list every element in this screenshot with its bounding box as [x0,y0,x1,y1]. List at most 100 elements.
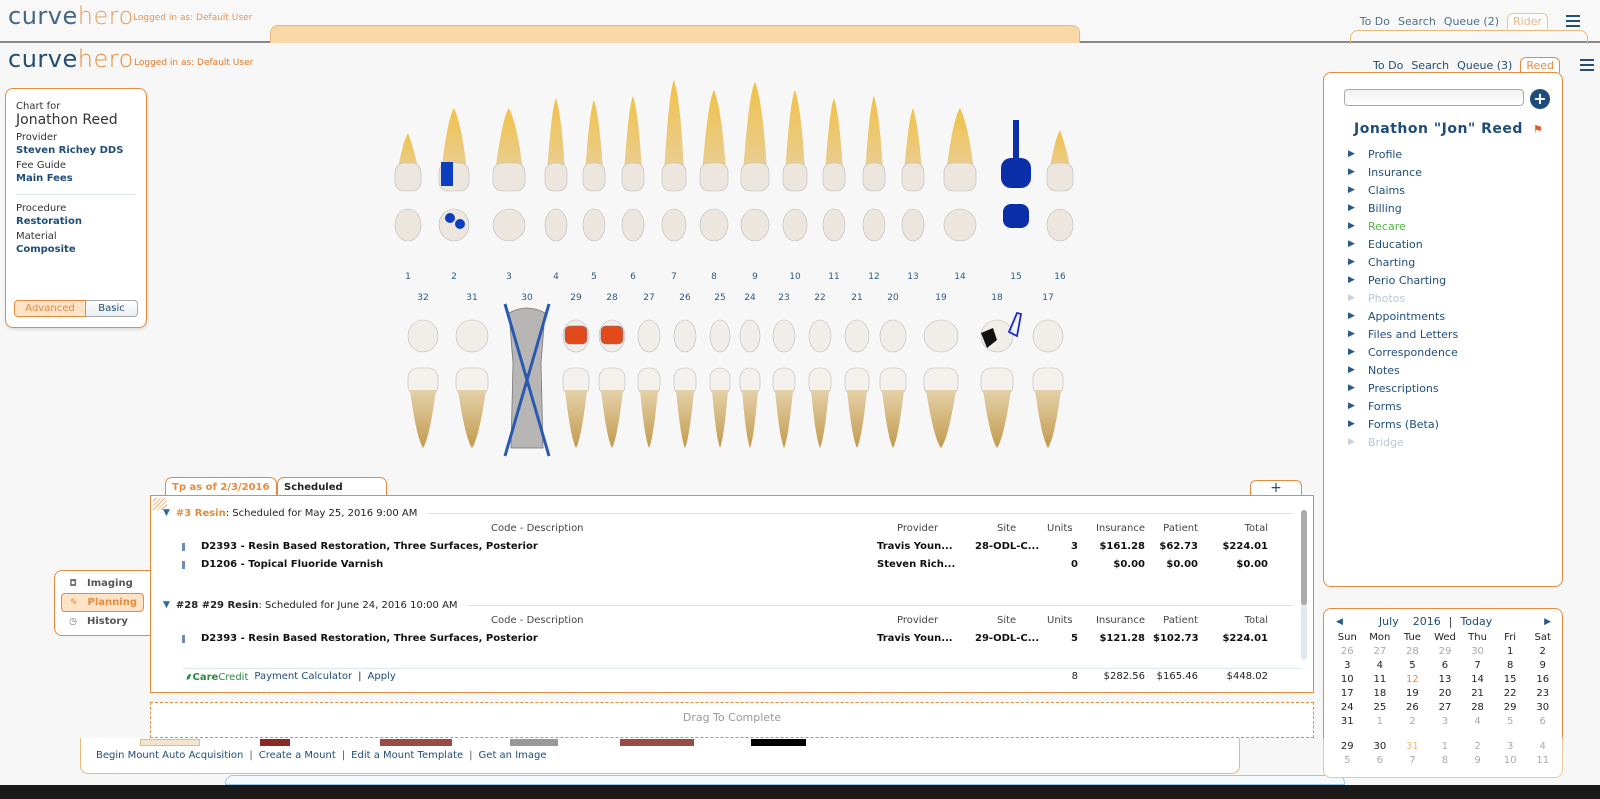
drag-to-complete-zone[interactable]: Drag To Complete [150,702,1314,738]
calendar-day[interactable]: 1 [1494,645,1527,658]
tooth-14[interactable]: 14 [943,108,977,282]
drag-handle-icon[interactable] [182,561,185,569]
tooth-number[interactable]: 3 [506,272,512,282]
calendar-day[interactable]: 25 [1364,701,1397,714]
tooth-31[interactable]: 31 [455,293,489,448]
tooth-20[interactable]: 20 [879,293,907,448]
calendar-day[interactable]: 5 [1396,659,1429,672]
procedure-row[interactable]: D2393 - Resin Based Restoration, Three S… [163,538,1293,556]
appointment-header[interactable]: ▼ #28 #29 Resin: Scheduled for June 24, … [163,598,1293,612]
patient-menu-item-notes[interactable]: ▶ Notes [1348,361,1458,379]
tooth-18[interactable]: 18 [980,293,1023,448]
tooth-24[interactable]: 24 [739,293,761,448]
tooth-5[interactable]: 5 [582,100,606,282]
calendar-day[interactable]: 29 [1494,701,1527,714]
calendar-day[interactable]: 3 [1429,715,1462,728]
calendar-day[interactable]: 22 [1494,687,1527,700]
calendar-day[interactable]: 18 [1364,687,1397,700]
tooth-number[interactable]: 5 [591,272,597,282]
patient-tab-rider[interactable]: Rider [1507,13,1548,29]
tooth-30[interactable]: 30 [503,293,551,457]
image-thumbnail[interactable] [140,739,200,746]
tooth-number[interactable]: 26 [679,293,691,303]
material-value[interactable]: Composite [16,244,136,255]
tooth-3[interactable]: 3 [492,108,526,282]
collapse-triangle-icon[interactable]: ▼ [163,600,170,610]
calendar-day[interactable]: 28 [1461,701,1494,714]
tooth-number[interactable]: 18 [991,293,1003,303]
calendar-day[interactable]: 1 [1429,740,1462,753]
tab-tp-as-of[interactable]: Tp as of 2/3/2016 [165,477,277,496]
calendar-day[interactable]: 8 [1494,659,1527,672]
tooth-9[interactable]: 9 [740,82,770,282]
tooth-4[interactable]: 4 [544,98,568,282]
image-thumbnail[interactable] [380,739,452,746]
calendar-day[interactable]: 15 [1494,673,1527,686]
drag-handle-icon[interactable] [182,543,185,551]
tooth-number[interactable]: 32 [417,293,428,303]
tooth-number[interactable]: 9 [752,272,758,282]
prev-month-icon[interactable]: ◀ [1336,617,1343,627]
tooth-number[interactable]: 24 [744,293,756,303]
fee-guide-value[interactable]: Main Fees [16,173,136,184]
patient-menu-item-photos[interactable]: ▶ Photos [1348,289,1458,307]
image-thumbnail[interactable] [510,739,558,746]
calendar-day[interactable]: 2 [1526,645,1559,658]
calendar-day-today[interactable]: 31 [1396,740,1429,753]
tooth-number[interactable]: 6 [630,272,636,282]
tooth-2[interactable]: 2 [438,108,470,282]
calendar-day[interactable]: 4 [1364,659,1397,672]
nav-queue[interactable]: Queue (2) [1444,15,1499,28]
calendar-day[interactable]: 3 [1494,740,1527,753]
calendar-month[interactable]: July [1379,615,1399,628]
calendar-day[interactable]: 9 [1461,754,1494,767]
tooth-22[interactable]: 22 [808,293,832,448]
add-plan-button[interactable]: + [1250,480,1302,496]
tooth-28[interactable]: 28 [598,293,626,448]
tooth-27[interactable]: 27 [637,293,661,448]
calendar-day[interactable]: 27 [1364,645,1397,658]
tooth-number[interactable]: 23 [778,293,789,303]
scrollbar[interactable] [1301,510,1307,660]
calendar-day[interactable]: 7 [1461,659,1494,672]
calendar-day[interactable]: 6 [1526,715,1559,728]
calendar-day[interactable]: 7 [1396,754,1429,767]
tooth-number[interactable]: 21 [851,293,862,303]
tooth-11[interactable]: 11 [822,98,846,282]
patient-menu-item-profile[interactable]: ▶ Profile [1348,145,1458,163]
calendar-year[interactable]: 2016 [1413,615,1441,628]
procedure-row[interactable]: D2393 - Resin Based Restoration, Three S… [163,630,1293,648]
calendar-day[interactable]: 2 [1396,715,1429,728]
tooth-number[interactable]: 31 [466,293,477,303]
tooth-number[interactable]: 17 [1042,293,1053,303]
tooth-number[interactable]: 8 [711,272,717,282]
tooth-number[interactable]: 4 [553,272,559,282]
nav-history[interactable]: ◷ History [61,612,144,631]
advanced-button[interactable]: Advanced [14,300,86,317]
tooth-number[interactable]: 22 [814,293,825,303]
calendar-day[interactable]: 23 [1526,687,1559,700]
patient-menu-item-recare[interactable]: ▶ Recare [1348,217,1458,235]
patient-menu-item-claims[interactable]: ▶ Claims [1348,181,1458,199]
calendar-day[interactable]: 4 [1526,740,1559,753]
tooth-number[interactable]: 30 [521,293,533,303]
nav-queue[interactable]: Queue (3) [1457,59,1512,72]
calendar-day[interactable]: 21 [1461,687,1494,700]
tooth-29[interactable]: 29 [562,293,590,448]
calendar-day[interactable]: 26 [1396,701,1429,714]
tooth-number[interactable]: 28 [606,293,618,303]
calendar-day[interactable]: 11 [1526,754,1559,767]
edit-mount-template-link[interactable]: Edit a Mount Template [351,750,463,761]
hamburger-menu-icon[interactable] [1580,59,1594,71]
nav-planning[interactable]: ✎ Planning [61,593,144,612]
tooth-10[interactable]: 10 [782,90,808,282]
calendar-day-today[interactable]: 12 [1396,673,1429,686]
calendar-day[interactable]: 5 [1494,715,1527,728]
procedure-row[interactable]: D1206 - Topical Fluoride Varnish Steven … [163,556,1293,574]
nav-todo[interactable]: To Do [1360,15,1390,28]
calendar-day[interactable]: 4 [1461,715,1494,728]
patient-menu-item-perio-charting[interactable]: ▶ Perio Charting [1348,271,1458,289]
calendar-day[interactable]: 30 [1526,701,1559,714]
patient-tab-reed[interactable]: Reed [1520,57,1560,73]
tooth-23[interactable]: 23 [772,293,796,448]
